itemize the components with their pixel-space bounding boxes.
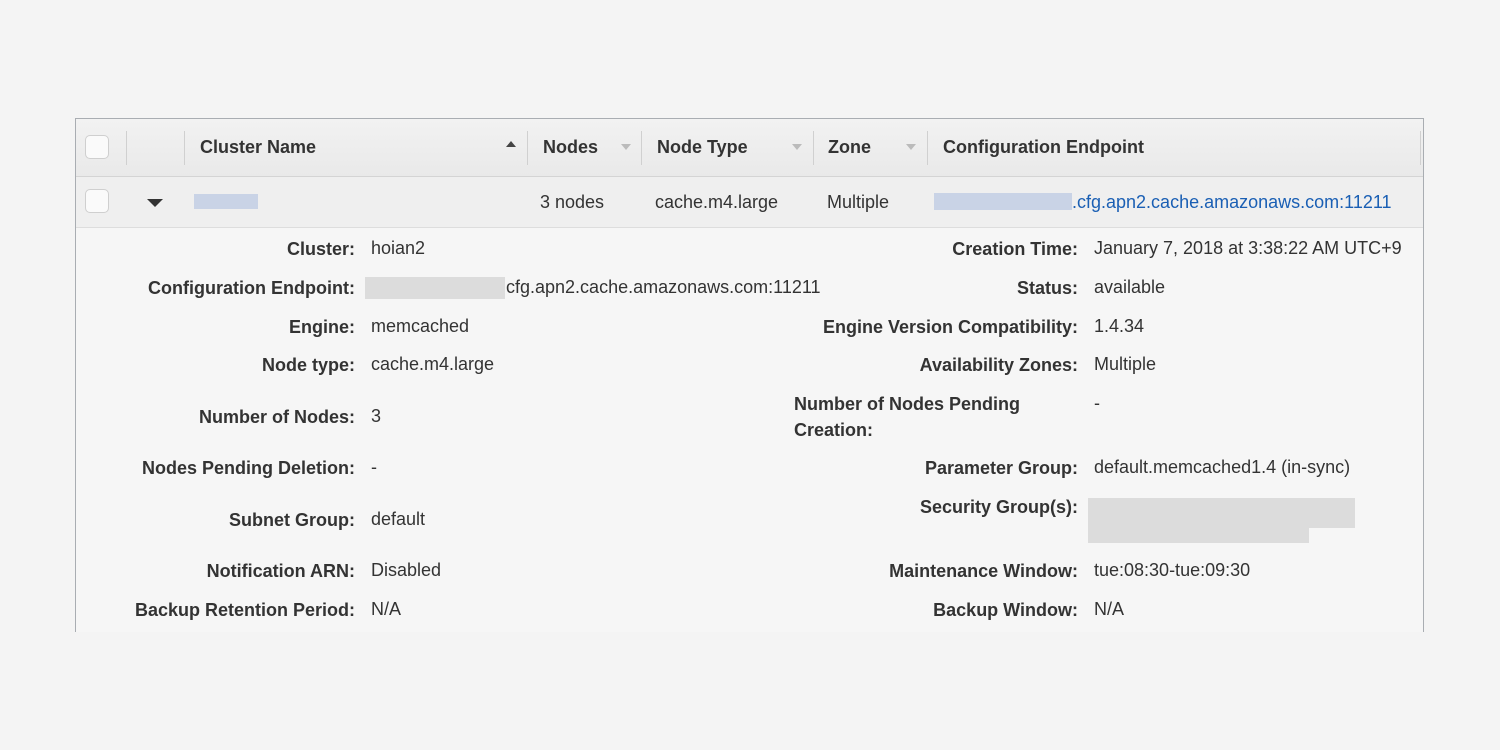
detail-value-cluster: hoian2 (371, 238, 426, 258)
column-divider (641, 131, 642, 165)
table-header: Cluster Name Nodes Node Type Zone Config… (76, 119, 1423, 177)
sort-icon[interactable] (792, 144, 802, 150)
detail-value-notification-arn: Disabled (371, 560, 442, 580)
column-divider (813, 131, 814, 165)
detail-label-status: Status: (1016, 278, 1078, 298)
detail-label-notification-arn: Notification ARN: (206, 561, 355, 581)
detail-label-node-type: Node type: (261, 355, 355, 375)
detail-value-availability-zones: Multiple (1094, 354, 1157, 374)
redacted-endpoint-prefix[interactable] (934, 193, 1072, 210)
cluster-table-panel: Cluster Name Nodes Node Type Zone Config… (75, 118, 1424, 632)
detail-value-backup-window: N/A (1094, 599, 1125, 619)
detail-value-node-type: cache.m4.large (371, 354, 495, 374)
column-header-configuration-endpoint[interactable]: Configuration Endpoint (943, 119, 1144, 176)
sort-ascending-icon[interactable] (506, 141, 516, 147)
detail-label-subnet-group: Subnet Group: (229, 510, 355, 530)
detail-value-endpoint: cfg.apn2.cache.amazonaws.com:11211 (506, 277, 821, 297)
row-nodes: 3 nodes (540, 192, 605, 212)
detail-value-parameter-group: default.memcached1.4 (in-sync) (1094, 457, 1351, 477)
row-node-type: cache.m4.large (655, 192, 779, 212)
detail-value-subnet-group: default (371, 509, 426, 529)
redacted-cluster-name[interactable] (194, 194, 258, 209)
select-all-checkbox[interactable] (85, 135, 109, 159)
detail-label-backup-window: Backup Window: (933, 600, 1078, 620)
detail-label-maintenance-window: Maintenance Window: (889, 561, 1078, 581)
detail-value-engine-version: 1.4.34 (1094, 316, 1145, 336)
sort-icon[interactable] (621, 144, 631, 150)
column-divider (1420, 131, 1421, 165)
detail-label-creation-time: Creation Time: (952, 239, 1078, 259)
row-checkbox[interactable] (85, 189, 109, 213)
detail-label-parameter-group: Parameter Group: (924, 458, 1078, 478)
collapse-caret-icon[interactable] (147, 199, 163, 207)
table-row[interactable]: 3 nodes cache.m4.large Multiple .cfg.apn… (76, 177, 1423, 228)
detail-value-pending-deletion: - (371, 457, 377, 477)
detail-label-pending-creation: Number of Nodes Pending Creation: (794, 394, 1021, 440)
detail-value-status: available (1094, 277, 1166, 297)
detail-label-number-of-nodes: Number of Nodes: (198, 407, 355, 427)
detail-label-pending-deletion: Nodes Pending Deletion: (141, 458, 355, 478)
column-header-nodes[interactable]: Nodes (543, 119, 598, 176)
detail-label-engine-version: Engine Version Compatibility: (822, 317, 1078, 337)
detail-value-number-of-nodes: 3 (371, 406, 382, 426)
redacted-security-groups (1088, 498, 1355, 528)
detail-label-backup-retention: Backup Retention Period: (134, 600, 355, 620)
redacted-security-groups (1088, 528, 1309, 543)
detail-label-security-groups: Security Group(s): (919, 497, 1078, 517)
detail-value-backup-retention: N/A (371, 599, 402, 619)
sort-icon[interactable] (906, 144, 916, 150)
column-header-zone[interactable]: Zone (828, 119, 871, 176)
cluster-details: Cluster: hoian2 Configuration Endpoint: … (76, 228, 1423, 632)
redacted-endpoint (365, 277, 505, 299)
detail-value-engine: memcached (371, 316, 470, 336)
column-divider (184, 131, 185, 165)
column-divider (927, 131, 928, 165)
column-divider (527, 131, 528, 165)
column-divider (126, 131, 127, 165)
detail-label-cluster: Cluster: (286, 239, 355, 259)
detail-value-pending-creation: - (1094, 393, 1100, 413)
detail-value-maintenance-window: tue:08:30-tue:09:30 (1094, 560, 1251, 580)
row-zone: Multiple (827, 192, 890, 212)
detail-label-availability-zones: Availability Zones: (919, 355, 1078, 375)
column-header-cluster-name[interactable]: Cluster Name (200, 119, 525, 176)
detail-label-endpoint: Configuration Endpoint: (148, 278, 355, 298)
row-endpoint-link[interactable]: .cfg.apn2.cache.amazonaws.com:11211 (1072, 177, 1392, 227)
detail-label-engine: Engine: (289, 317, 355, 337)
detail-value-creation-time: January 7, 2018 at 3:38:22 AM UTC+9 (1094, 238, 1402, 258)
column-header-node-type[interactable]: Node Type (657, 119, 748, 176)
